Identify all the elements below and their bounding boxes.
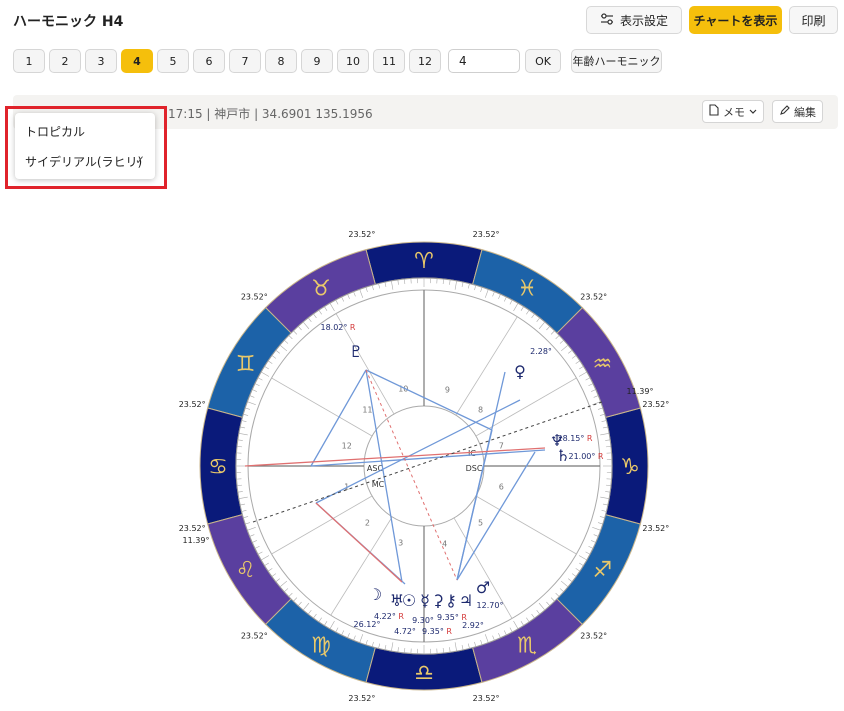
sign-degree-label: 23.52° [580,292,607,301]
zodiac-glyph-icon: ♎ [414,661,434,686]
zodiac-glyph-icon: ♏ [517,633,537,658]
zodiac-glyph-icon: ♐ [593,558,613,583]
planet-degree-label: 4.22° R [374,612,404,621]
ic-label: IC [468,449,476,458]
jupiter-icon: ♃ [459,591,473,610]
sign-degree-label: 23.52° [179,524,206,533]
zodiac-glyph-icon: ♈ [414,249,434,274]
pluto-icon: ♇ [349,342,363,361]
planet-degree-label: 2.92° [462,621,484,630]
ceres-icon: ⚳ [432,591,444,610]
planet-degree-label: 12.70° [477,601,504,610]
planet-degree-label: 18.02° R [320,323,355,332]
planet-degree-label: 28.15° R [557,434,592,443]
zodiac-glyph-icon: ♓ [517,277,537,302]
dsc-label: DSC [466,464,483,473]
sign-degree-label: 23.52° [642,524,669,533]
planet-degree-label: 4.72° [394,627,416,636]
sign-degree-label: 23.52° [642,400,669,409]
sign-degree-label: 23.52° [348,694,375,703]
zodiac-glyph-icon: ♋ [208,455,228,480]
sun-icon: ☉ [402,591,416,610]
zodiac-glyph-icon: ♊ [236,352,256,377]
zodiac-glyph-icon: ♑ [620,455,640,480]
planet-degree-label: 21.00° R [568,452,603,461]
planet-degree-label: 2.28° [530,347,552,356]
sign-degree-label: 23.52° [241,632,268,641]
mc-label: MC [372,480,385,489]
zodiac-glyph-icon: ♍ [311,633,331,658]
dropdown-highlight-box [5,106,167,189]
zodiac-glyph-icon: ♒ [593,352,613,377]
sign-degree-label: 23.52° [580,632,607,641]
planet-degree-label: 26.12° [354,620,381,629]
sign-degree-label: 23.52° [179,400,206,409]
sign-degree-label: 23.52° [473,694,500,703]
house-number: 11 [362,405,372,414]
house-cusp-degree-label: 11.39° [627,387,654,396]
asc-label: ASC [367,464,384,473]
house-number: 7 [499,441,504,450]
house-number: 8 [478,405,483,414]
house-number: 3 [398,539,403,548]
house-number: 6 [499,483,504,492]
house-number: 5 [478,519,483,528]
zodiac-glyph-icon: ♌ [236,558,256,583]
house-number: 9 [445,385,450,394]
moon-icon: ☽ [368,585,382,604]
planet-degree-label: 9.35° R [422,627,452,636]
sign-degree-label: 23.52° [473,230,500,239]
planet-degree-label: 9.30° [412,616,434,625]
sign-degree-label: 23.52° [241,292,268,301]
mars-icon: ♂ [476,578,490,597]
zodiac-glyph-icon: ♉ [311,277,331,302]
sign-degree-label: 23.52° [348,230,375,239]
chiron-icon: ⚷ [445,591,457,610]
venus-icon: ♀ [514,362,526,381]
house-number: 2 [365,519,370,528]
mercury-icon: ☿ [420,591,430,610]
house-cusp-degree-label: 11.39° [183,536,210,545]
house-number: 12 [342,441,352,450]
